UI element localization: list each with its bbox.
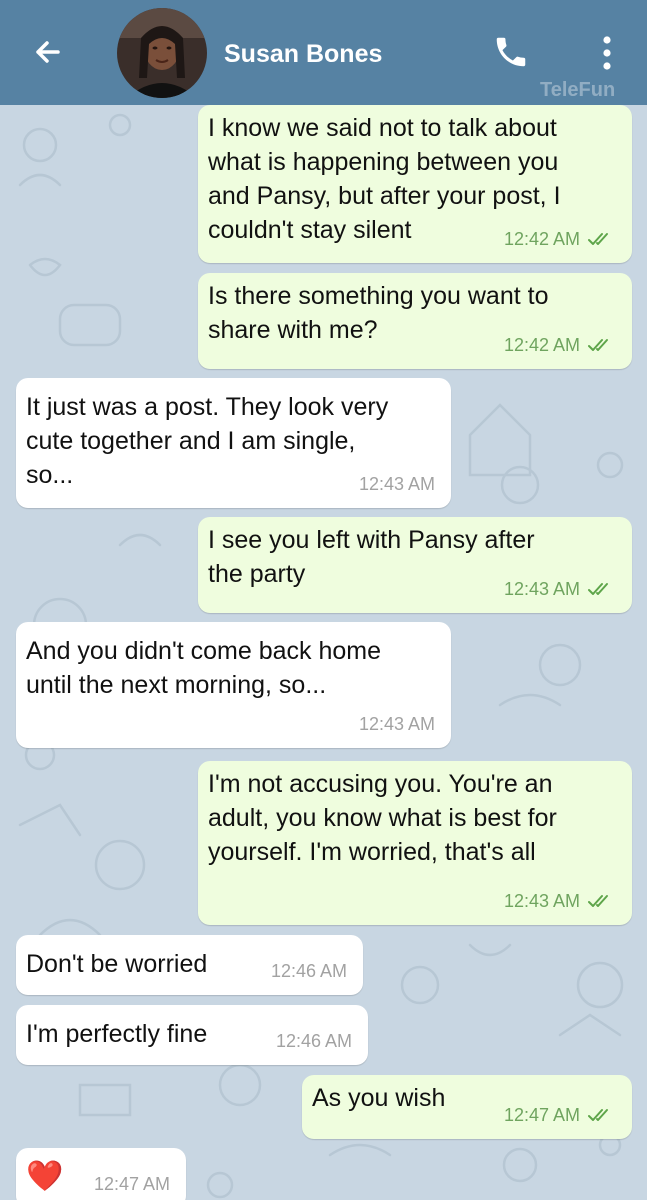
message-time: 12:46 AM — [270, 961, 347, 981]
message-time: 12:47 AM — [503, 1105, 580, 1125]
message-text: I'm not accusing you. You're an adult, y… — [208, 770, 557, 866]
message-meta: 12:42 AM — [504, 229, 612, 249]
message-text: And you didn't come back home until the … — [26, 637, 381, 699]
message-meta: 12:43 AM — [359, 474, 435, 494]
incoming-message[interactable]: ❤️ 12:47 AM — [16, 1148, 186, 1200]
message-text: I know we said not to talk about what is… — [208, 114, 561, 244]
message-time: 12:43 AM — [503, 579, 580, 599]
outgoing-message[interactable]: Is there something you want to share wit… — [198, 273, 632, 369]
read-receipt-icon — [588, 895, 608, 907]
read-receipt-icon — [588, 583, 608, 595]
incoming-message[interactable]: I'm perfectly fine 12:46 AM — [16, 1005, 368, 1065]
call-button[interactable] — [492, 33, 530, 71]
avatar[interactable] — [117, 8, 207, 98]
message-time: 12:46 AM — [275, 1031, 352, 1051]
watermark: TeleFun — [540, 79, 616, 101]
message-meta: 12:46 AM — [271, 961, 347, 981]
message-time: 12:43 AM — [503, 891, 580, 911]
outgoing-message[interactable]: I'm not accusing you. You're an adult, y… — [198, 761, 632, 925]
back-button[interactable] — [28, 32, 68, 72]
read-receipt-icon — [588, 233, 608, 245]
outgoing-message[interactable]: As you wish 12:47 AM — [302, 1075, 632, 1139]
incoming-message[interactable]: And you didn't come back home until the … — [16, 622, 451, 748]
message-meta: 12:47 AM — [504, 1105, 612, 1125]
message-meta: 12:47 AM — [94, 1174, 170, 1194]
arrow-left-icon — [36, 41, 60, 63]
message-time: 12:47 AM — [93, 1174, 170, 1194]
read-receipt-icon — [588, 339, 608, 351]
message-meta: 12:43 AM — [504, 891, 612, 911]
incoming-message[interactable]: Don't be worried 12:46 AM — [16, 935, 363, 995]
message-meta: 12:43 AM — [359, 714, 435, 734]
message-time: 12:42 AM — [503, 229, 580, 249]
more-vertical-icon — [603, 36, 611, 70]
message-time: 12:42 AM — [503, 335, 580, 355]
incoming-message[interactable]: It just was a post. They look very cute … — [16, 378, 451, 508]
contact-name[interactable]: Susan Bones — [224, 40, 382, 69]
contact-photo — [117, 8, 207, 98]
phone-icon — [496, 37, 526, 67]
outgoing-message[interactable]: I know we said not to talk about what is… — [198, 105, 632, 263]
chat-screen: Susan Bones TeleFun I know we said not t… — [0, 0, 647, 1200]
message-meta: 12:42 AM — [504, 335, 612, 355]
chat-header: Susan Bones TeleFun — [0, 0, 647, 105]
outgoing-message[interactable]: I see you left with Pansy after the part… — [198, 517, 632, 613]
read-receipt-icon — [588, 1109, 608, 1121]
message-time: 12:43 AM — [358, 714, 435, 734]
message-list[interactable]: I know we said not to talk about what is… — [0, 105, 647, 1200]
message-time: 12:43 AM — [358, 474, 435, 494]
message-meta: 12:46 AM — [276, 1031, 352, 1051]
message-meta: 12:43 AM — [504, 579, 612, 599]
more-options-button[interactable] — [592, 33, 622, 73]
